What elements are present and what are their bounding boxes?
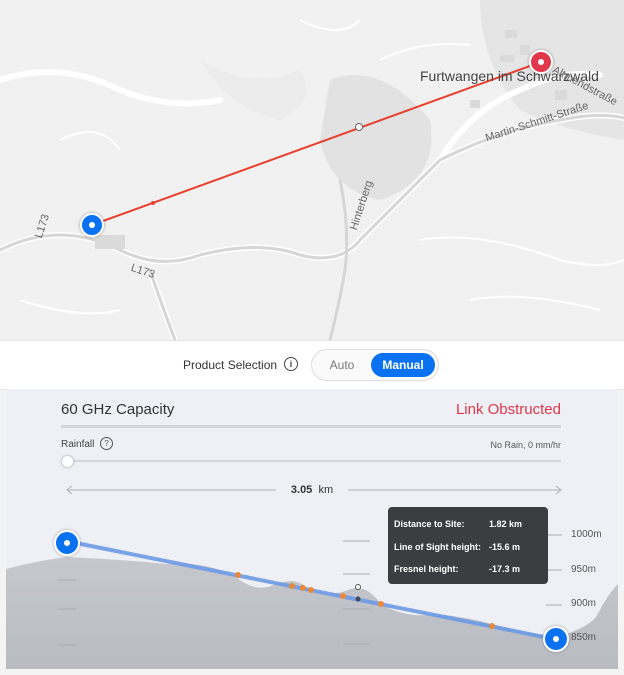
map-view[interactable]: Furtwangen im Schwarzwald Altmendstraße … xyxy=(0,0,624,340)
title-divider xyxy=(61,425,561,428)
panel-title: 60 GHz Capacity xyxy=(61,401,175,418)
site-b-profile-marker[interactable] xyxy=(543,626,569,652)
rainfall-slider-handle[interactable] xyxy=(61,455,74,468)
rainfall-label: Rainfall xyxy=(61,439,95,450)
help-icon[interactable]: ? xyxy=(100,437,113,450)
tooltip-label: Line of Sight height: xyxy=(394,542,481,552)
auto-option[interactable]: Auto xyxy=(316,353,368,377)
site-a-marker[interactable] xyxy=(80,213,104,237)
elevation-tick: 950m xyxy=(571,564,597,575)
tooltip-row-los: Line of Sight height: -15.6 m xyxy=(394,542,544,556)
product-selection-label: Product Selection xyxy=(183,358,278,372)
link-profile-panel: 60 GHz Capacity Link Obstructed Rainfall… xyxy=(6,389,618,669)
elevation-tick: 1000m xyxy=(571,529,602,540)
distance-value: 3.05 xyxy=(290,484,313,496)
tooltip-row-fresnel: Fresnel height: -17.3 m xyxy=(394,564,544,578)
tooltip-value: -17.3 m xyxy=(489,564,521,574)
elevation-tick: 850m xyxy=(571,632,597,643)
product-selection-bar: Product Selection i Auto Manual xyxy=(0,340,624,390)
rainfall-value: No Rain, 0 mm/hr xyxy=(490,440,561,450)
distance-unit: km xyxy=(318,484,334,496)
profile-tooltip: Distance to Site: 1.82 km Line of Sight … xyxy=(388,507,548,584)
link-distance: 3.05 km xyxy=(6,484,618,496)
manual-option[interactable]: Manual xyxy=(371,353,435,377)
tooltip-label: Distance to Site: xyxy=(394,519,465,529)
rainfall-slider[interactable] xyxy=(67,460,561,462)
map-canvas xyxy=(0,0,624,340)
elevation-tick: 900m xyxy=(571,598,597,609)
tooltip-value: -15.6 m xyxy=(489,542,521,552)
site-b-marker[interactable] xyxy=(529,50,553,74)
tooltip-label: Fresnel height: xyxy=(394,564,459,574)
link-status: Link Obstructed xyxy=(455,401,561,418)
tooltip-value: 1.82 km xyxy=(489,519,523,529)
info-icon[interactable]: i xyxy=(284,357,298,371)
product-mode-toggle: Auto Manual xyxy=(311,349,439,381)
tooltip-row-distance: Distance to Site: 1.82 km xyxy=(394,519,544,533)
site-a-profile-marker[interactable] xyxy=(54,530,80,556)
